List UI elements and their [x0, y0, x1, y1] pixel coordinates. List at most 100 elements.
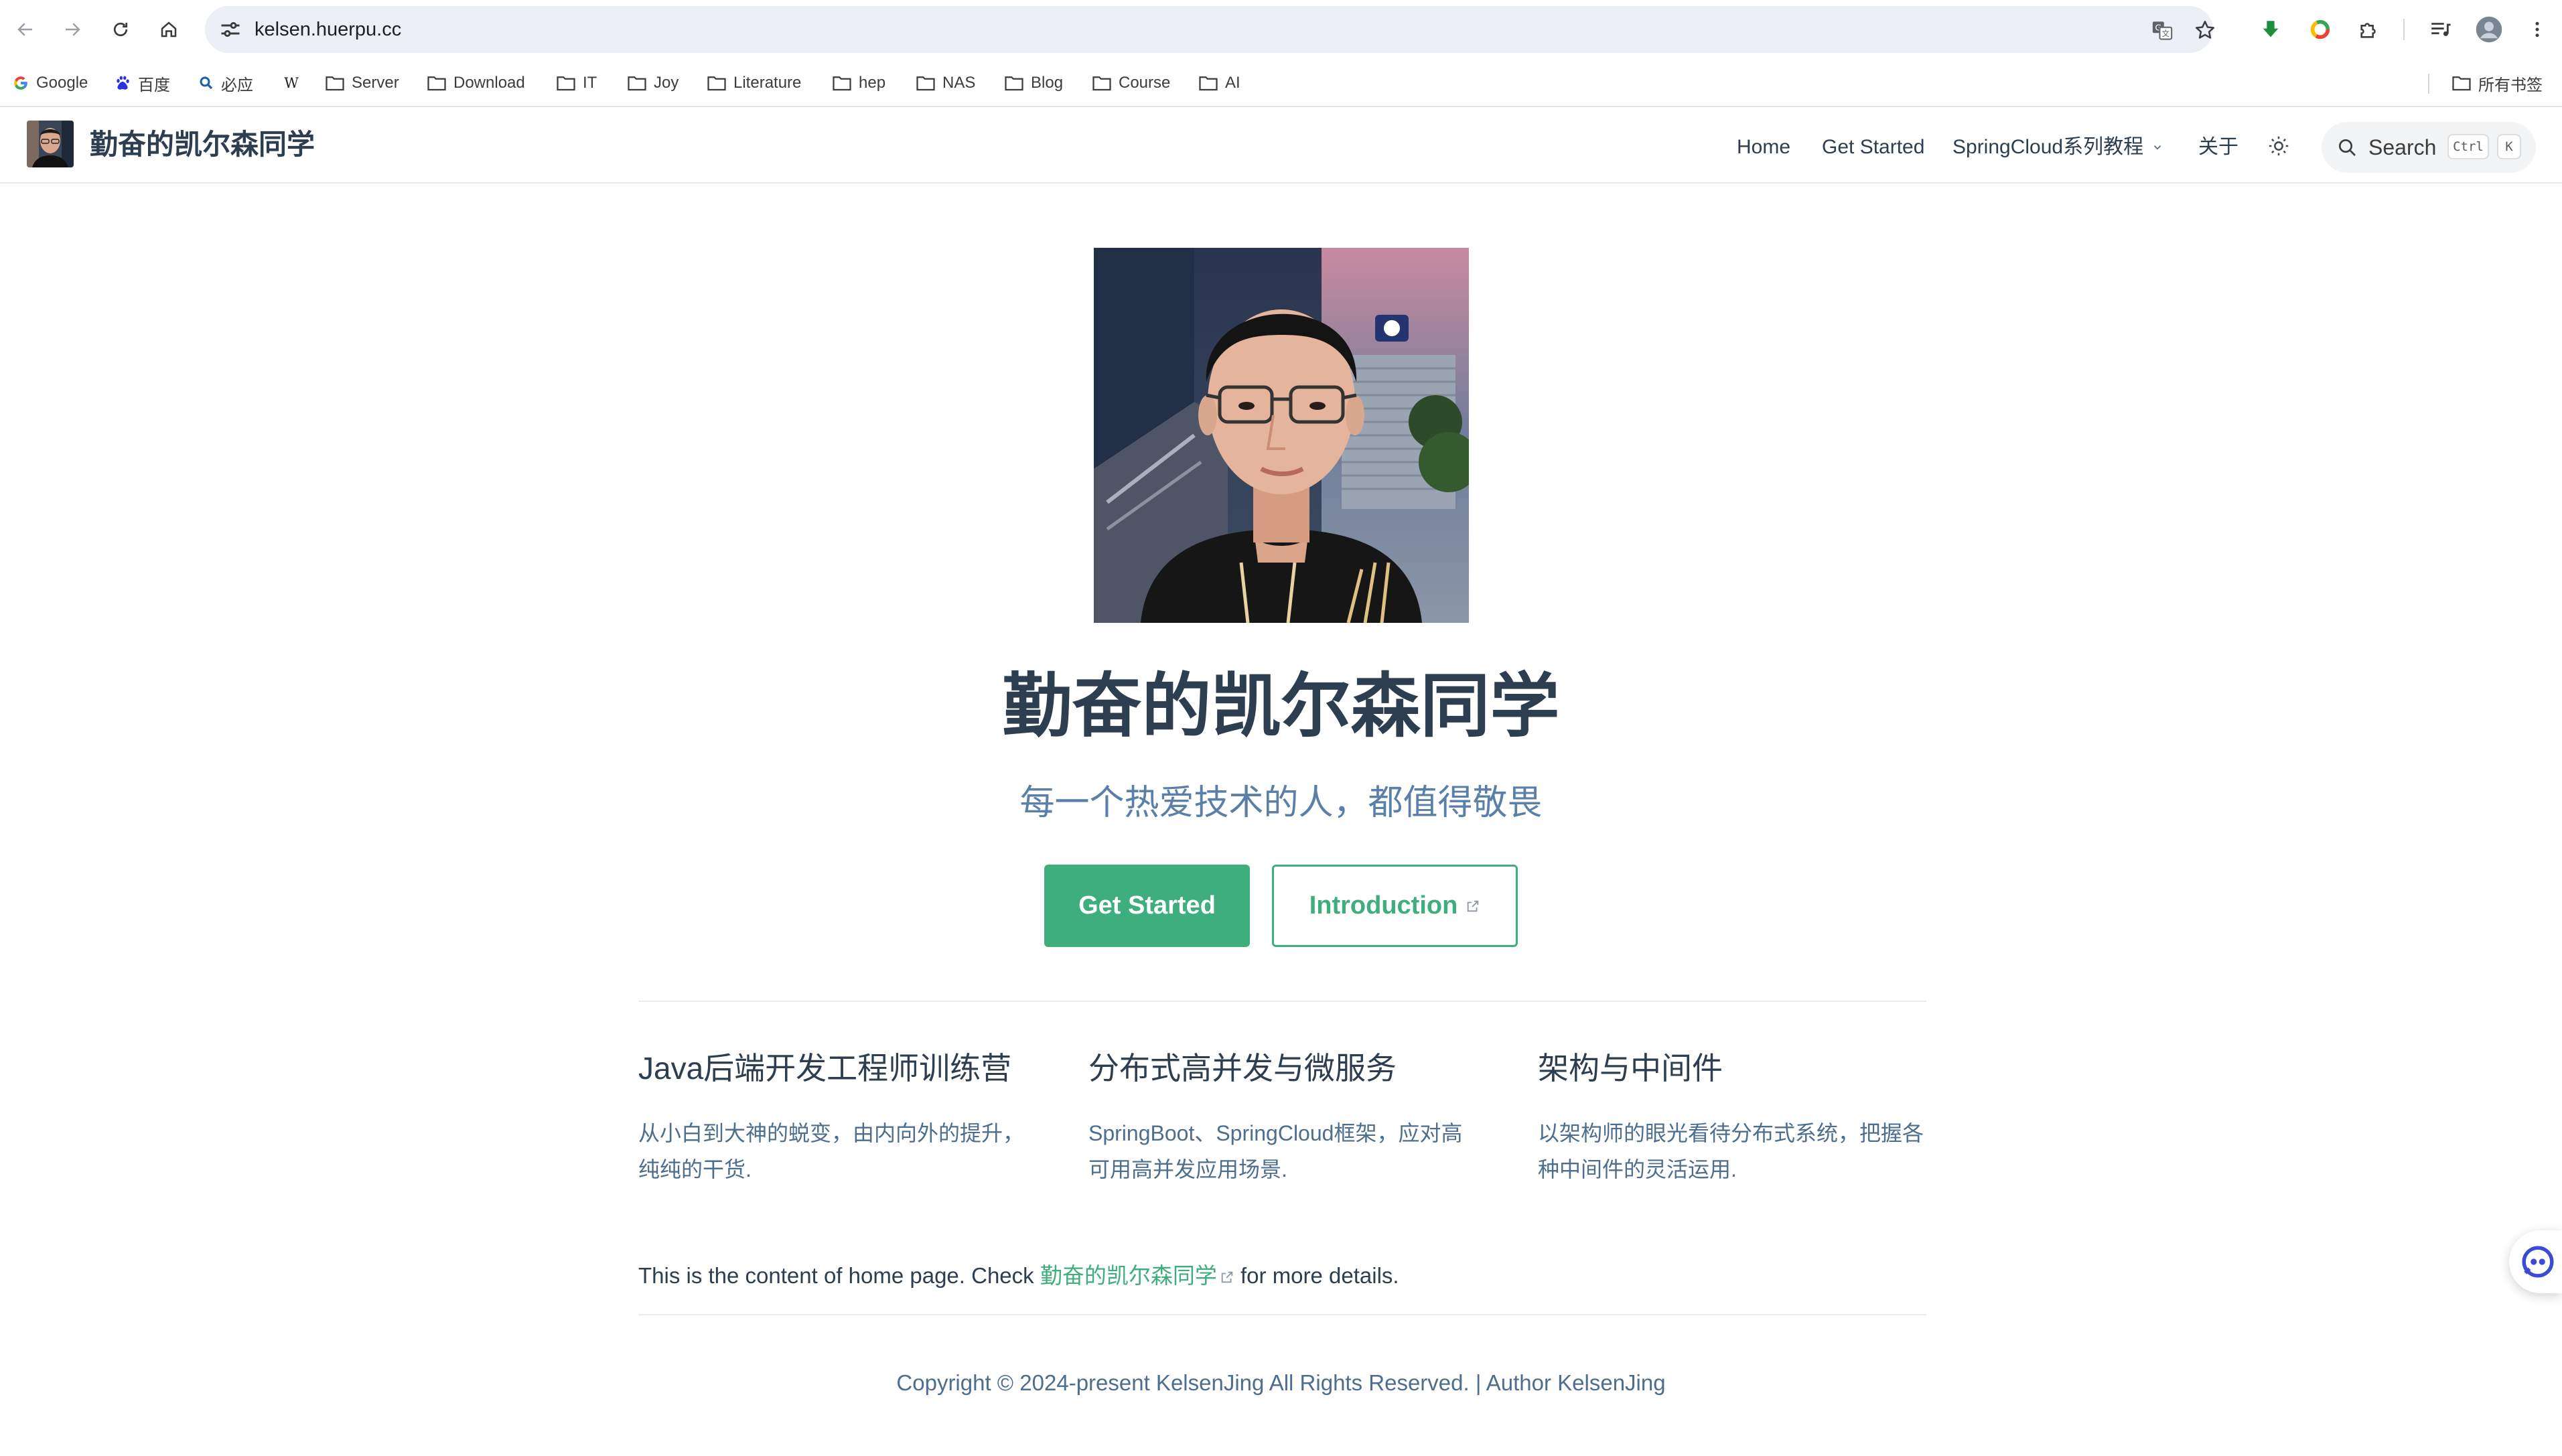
- site-logo[interactable]: [27, 121, 74, 167]
- logo-avatar-image: [27, 121, 74, 167]
- browser-toolbar: kelsen.huerpu.cc G文: [0, 0, 2562, 59]
- site-info-icon[interactable]: [218, 17, 242, 42]
- feature-details-line: 可用高并发应用场景.: [1088, 1157, 1287, 1181]
- bookmark-label: Literature: [733, 74, 802, 92]
- bookmark-folder-literature[interactable]: Literature: [707, 70, 801, 96]
- nav-home[interactable]: Home: [1737, 134, 1790, 161]
- bookmark-label: Download: [453, 74, 525, 92]
- site-search-button[interactable]: Search Ctrl K: [2322, 122, 2536, 173]
- get-started-button[interactable]: Get Started: [1044, 865, 1250, 947]
- bookmark-label: Course: [1119, 74, 1171, 92]
- folder-icon: [326, 76, 344, 91]
- kebab-menu-icon: [2535, 21, 2539, 38]
- bookmark-star-button[interactable]: [2192, 17, 2218, 44]
- hero-profile-photo: [1094, 248, 1469, 623]
- bookmark-folder-download[interactable]: Download: [427, 70, 525, 96]
- arrow-right-icon: [66, 23, 80, 36]
- nav-springcloud-dropdown[interactable]: SpringCloud系列教程: [1952, 134, 2163, 161]
- bookmark-wikipedia[interactable]: W: [281, 70, 301, 96]
- hero-title: 勤奋的凯尔森同学: [1002, 668, 1560, 745]
- bookmark-folder-blog[interactable]: Blog: [1004, 70, 1063, 96]
- bookmark-bing[interactable]: 必应: [198, 70, 253, 96]
- feature-details-line: SpringBoot、SpringCloud框架，应对高: [1088, 1121, 1463, 1145]
- forward-button[interactable]: [55, 12, 90, 47]
- bookmark-label: IT: [583, 74, 597, 92]
- profile-avatar-icon: [2476, 16, 2502, 43]
- bookmark-folder-nas[interactable]: NAS: [916, 70, 975, 96]
- translate-button[interactable]: G文: [2149, 17, 2176, 44]
- chevron-down-icon: [2153, 145, 2161, 150]
- feature-details-line: 种中间件的灵活运用.: [1538, 1157, 1737, 1181]
- nav-about[interactable]: 关于: [2198, 134, 2238, 161]
- google-icon: [14, 76, 27, 90]
- bookmark-label: 所有书签: [2478, 76, 2543, 94]
- folder-icon: [557, 76, 575, 91]
- bookmark-label: 必应: [221, 76, 253, 94]
- extensions-button[interactable]: [2352, 12, 2387, 47]
- bookmark-folder-joy[interactable]: Joy: [627, 70, 679, 96]
- search-icon: [2339, 139, 2356, 156]
- folder-icon: [707, 76, 726, 91]
- bookmark-folder-it[interactable]: IT: [556, 70, 597, 96]
- bookmark-google[interactable]: Google: [12, 70, 88, 96]
- url-text[interactable]: kelsen.huerpu.cc: [255, 17, 401, 42]
- tab-search-button[interactable]: [2423, 12, 2458, 47]
- external-link-icon: [1221, 1271, 1233, 1283]
- translate-icon: G文: [2152, 21, 2173, 40]
- media-list-icon: [2431, 23, 2451, 36]
- baidu-icon: [117, 76, 129, 90]
- back-button[interactable]: [8, 12, 43, 47]
- folder-icon: [1199, 76, 1218, 91]
- feature-details-line: 从小白到大神的蜕变，由内向外的提升，: [638, 1121, 1025, 1145]
- bookmark-label: Blog: [1031, 74, 1064, 92]
- download-arrow-icon: [2263, 21, 2279, 38]
- reload-button[interactable]: [103, 12, 138, 47]
- bookmark-label: 百度: [138, 76, 170, 94]
- search-label: Search: [2368, 135, 2437, 159]
- color-circle-icon: [2310, 19, 2330, 40]
- bookmark-folder-hep[interactable]: hep: [832, 70, 885, 96]
- feature-card: 架构与中间件 以架构师的眼光看待分布式系统，把握各 种中间件的灵活运用.: [1538, 1048, 1940, 1187]
- bookmark-folder-server[interactable]: Server: [325, 70, 399, 96]
- bookmark-folder-ai[interactable]: AI: [1198, 70, 1240, 96]
- profile-avatar-button[interactable]: [2472, 12, 2506, 47]
- toolbar-divider: [2403, 19, 2405, 40]
- bookmark-label: AI: [1225, 74, 1240, 92]
- home-content-paragraph: This is the content of home page. Check …: [638, 1258, 1399, 1294]
- bookmark-folder-course[interactable]: Course: [1092, 70, 1170, 96]
- introduction-button[interactable]: Introduction: [1272, 865, 1518, 947]
- content-link[interactable]: 勤奋的凯尔森同学: [1040, 1263, 1234, 1288]
- bookmarks-divider: [2428, 74, 2429, 94]
- bookmark-label: Google: [36, 74, 88, 92]
- nav-springcloud-label: SpringCloud系列教程: [1952, 136, 2144, 158]
- site-title[interactable]: 勤奋的凯尔森同学: [90, 127, 315, 162]
- svg-text:文: 文: [2162, 29, 2169, 38]
- shortcut-key-ctrl: Ctrl: [2447, 134, 2489, 159]
- download-extension-button[interactable]: [2253, 12, 2288, 47]
- nav-get-started[interactable]: Get Started: [1822, 134, 1924, 161]
- browser-menu-button[interactable]: [2520, 12, 2555, 47]
- folder-icon: [2452, 76, 2471, 91]
- bookmark-label: NAS: [942, 74, 976, 92]
- color-extension-button[interactable]: [2303, 12, 2338, 47]
- content-link-label: 勤奋的凯尔森同学: [1040, 1263, 1217, 1288]
- folder-icon: [628, 76, 646, 91]
- feature-title: 架构与中间件: [1538, 1051, 1723, 1086]
- bing-search-icon: [200, 76, 213, 90]
- address-bar[interactable]: kelsen.huerpu.cc G文: [205, 6, 2215, 53]
- site-navbar: 勤奋的凯尔森同学 Home Get Started SpringCloud系列教…: [0, 108, 2562, 184]
- feature-details-line: 纯纯的干货.: [638, 1157, 752, 1181]
- folder-icon: [833, 76, 851, 91]
- theme-toggle-button[interactable]: [2264, 131, 2293, 161]
- floating-assistant-button[interactable]: [2509, 1230, 2562, 1293]
- section-divider: [638, 1001, 1926, 1002]
- home-button[interactable]: [151, 12, 186, 47]
- footer-divider: [638, 1314, 1926, 1315]
- puzzle-icon: [2360, 23, 2376, 38]
- reload-icon: [113, 22, 128, 37]
- all-bookmarks-folder[interactable]: 所有书签: [2451, 70, 2543, 96]
- sun-icon: [2269, 136, 2289, 156]
- introduction-label: Introduction: [1309, 891, 1458, 920]
- bookmark-baidu[interactable]: 百度: [114, 70, 170, 96]
- folder-icon: [1092, 76, 1111, 91]
